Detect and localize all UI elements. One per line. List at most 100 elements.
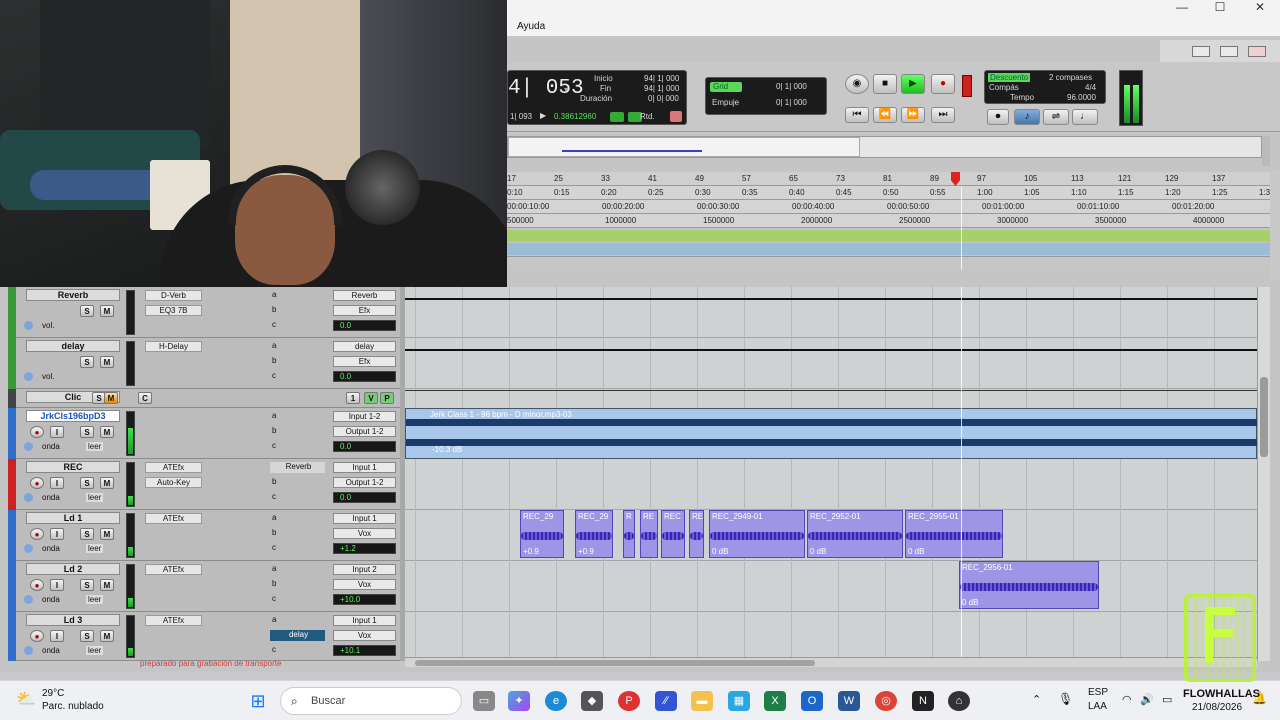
app-icon[interactable]: ◆	[581, 691, 603, 711]
automation-mode[interactable]: leer	[86, 595, 104, 604]
output-selector[interactable]: Output 1-2	[333, 426, 396, 437]
protools-icon[interactable]: ⌂	[948, 691, 970, 711]
input-selector[interactable]: Input 1	[333, 615, 396, 626]
microphone-icon[interactable]: 🎙	[1058, 692, 1073, 706]
close-button[interactable]: ✕	[1240, 0, 1280, 16]
playlist-area[interactable]: Jerk Class 1 - 96 bpm - D minor.mp3-03 -1…	[405, 287, 1262, 661]
countoff-label[interactable]: Descuento	[988, 73, 1031, 82]
task-view-icon[interactable]: ▭	[473, 691, 495, 711]
volume-view-selector[interactable]: vol.	[42, 321, 54, 330]
excel-icon[interactable]: X	[764, 691, 786, 711]
maximize-button[interactable]: ☐	[1200, 0, 1240, 16]
meter-value[interactable]: 4/4	[1085, 83, 1096, 92]
eye-icon[interactable]	[24, 442, 33, 451]
solo-button[interactable]: S	[80, 426, 94, 438]
date-label[interactable]: 21/08/2026	[1192, 702, 1242, 713]
output-selector[interactable]: Vox	[333, 579, 396, 590]
edit-minimize-icon[interactable]	[1192, 46, 1210, 57]
volume-readout[interactable]: 0.0	[333, 320, 396, 331]
insert-slot[interactable]: D-Verb	[145, 290, 202, 301]
record-enable-button[interactable]: ●	[30, 477, 44, 489]
language-code[interactable]: ESP	[1088, 687, 1108, 698]
click-insert-button[interactable]: C	[138, 392, 152, 404]
audio-clip[interactable]: REC_2955-01 0 dB	[905, 510, 1003, 558]
send-slot[interactable]: a	[270, 411, 325, 422]
minimize-button[interactable]: —	[1162, 0, 1202, 16]
track-name[interactable]: Ld 3	[26, 614, 120, 626]
track-view-selector[interactable]: onda	[42, 646, 60, 655]
go-to-end-button[interactable]: ⏭	[931, 107, 955, 123]
stop-button[interactable]: ■	[873, 74, 897, 94]
tempo-map-icon[interactable]: ⇌	[1043, 109, 1069, 125]
track-name[interactable]: REC	[26, 461, 120, 473]
audio-clip[interactable]: REC	[661, 510, 685, 558]
insert-slot[interactable]: ATEfx	[145, 615, 202, 626]
volume-icon[interactable]: 🔊	[1140, 693, 1154, 706]
insert-slot[interactable]: Auto-Key	[145, 477, 202, 488]
online-icon[interactable]: ◉	[845, 74, 869, 94]
metronome-icon[interactable]: ♪	[1014, 109, 1040, 125]
automation-mode[interactable]: leer	[86, 493, 104, 502]
insert-slot[interactable]: ATEfx	[145, 564, 202, 575]
send-slot[interactable]: b	[270, 305, 325, 316]
send-slot[interactable]: a	[270, 290, 325, 301]
wait-for-note-icon[interactable]: ⏺	[987, 109, 1009, 125]
volume-readout[interactable]: 0.0	[333, 492, 396, 503]
outlook-icon[interactable]: O	[801, 691, 823, 711]
grid-value[interactable]: 0| 1| 000	[776, 82, 807, 91]
pre-roll-icon[interactable]	[610, 112, 624, 122]
track-view-selector[interactable]: onda	[42, 544, 60, 553]
click-value[interactable]: 1	[346, 392, 360, 404]
solo-button[interactable]: S	[80, 579, 94, 591]
output-selector[interactable]: Efx	[333, 305, 396, 316]
solo-button[interactable]: S	[80, 477, 94, 489]
audio-clip[interactable]: RE	[640, 510, 658, 558]
automation-mode[interactable]: leer	[86, 442, 104, 451]
insert-slot[interactable]: EQ3 7B	[145, 305, 202, 316]
rewind-to-start-button[interactable]: ⏮	[845, 107, 869, 123]
volume-readout[interactable]: +1.2	[333, 543, 396, 554]
bars-beats-ruler[interactable]: 17 25 33 41 49 57 65 73 81 89 97 105 113 121 129 137	[507, 172, 1270, 186]
timeline-rulers[interactable]: 17 25 33 41 49 57 65 73 81 89 97 105 113 121 129 137 0:…	[507, 170, 1275, 270]
mute-button[interactable]: M	[100, 528, 114, 540]
word-icon[interactable]: W	[838, 691, 860, 711]
input-selector[interactable]: delay	[333, 341, 396, 352]
mute-button[interactable]: M	[100, 477, 114, 489]
send-slot[interactable]: a	[270, 513, 325, 524]
input-monitor-button[interactable]: I	[50, 630, 64, 642]
audio-clip[interactable]: REC_29 +0.9	[575, 510, 613, 558]
volume-readout[interactable]: 0.0	[333, 441, 396, 452]
tempo-ruler-band[interactable]	[507, 230, 1270, 242]
file-explorer-icon[interactable]: ▬	[691, 691, 713, 711]
mute-button[interactable]: M	[100, 305, 114, 317]
tempo-value[interactable]: 96.0000	[1067, 93, 1096, 102]
audio-clip[interactable]: REC_29 +0.9	[520, 510, 564, 558]
eye-icon[interactable]	[24, 493, 33, 502]
rtd-label[interactable]: Rtd.	[640, 112, 655, 121]
track-lane[interactable]	[405, 287, 1257, 338]
search-box[interactable]: ⌕ Buscar	[280, 687, 462, 715]
main-counter[interactable]: 4| 053	[508, 77, 584, 100]
send-slot[interactable]: b	[270, 528, 325, 539]
eye-icon[interactable]	[24, 544, 33, 553]
ndi-icon[interactable]: N	[912, 691, 934, 711]
p-button[interactable]: P	[380, 392, 394, 404]
input-monitor-button[interactable]: I	[50, 426, 64, 438]
audio-clip[interactable]: RE	[689, 510, 704, 558]
send-slot[interactable]: b	[270, 426, 325, 437]
record-mode-icon[interactable]	[962, 75, 972, 97]
send-slot[interactable]: c	[270, 441, 325, 452]
battery-icon[interactable]: ▭	[1162, 693, 1172, 706]
input-selector[interactable]: Input 2	[333, 564, 396, 575]
wifi-icon[interactable]: ◠	[1122, 693, 1132, 706]
sub-counter-value[interactable]: 0.38612960	[554, 112, 596, 121]
samples-ruler[interactable]: 500000 1000000 1500000 2000000 2500000 300000…	[507, 214, 1270, 228]
edge-icon[interactable]: e	[545, 691, 567, 711]
nudge-label[interactable]: Empuje	[712, 98, 739, 107]
audio-clip[interactable]: REC_2949-01 0 dB	[709, 510, 805, 558]
output-selector[interactable]: Vox	[333, 528, 396, 539]
volume-readout[interactable]: 0.0	[333, 371, 396, 382]
store-icon[interactable]: ▦	[728, 691, 750, 711]
conductor-icon[interactable]: ♩	[1072, 109, 1098, 125]
sub-counter[interactable]: 1| 093	[510, 112, 532, 121]
